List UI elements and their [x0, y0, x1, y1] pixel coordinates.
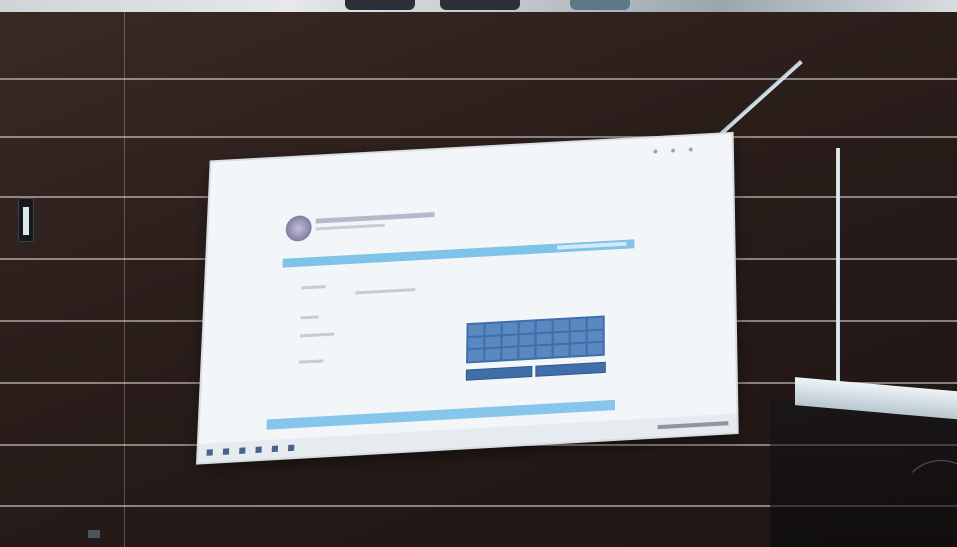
top-dark-blob — [345, 0, 415, 10]
top-dark-blob — [570, 0, 630, 10]
start-icon[interactable] — [206, 449, 213, 456]
form-label — [301, 285, 326, 290]
site-subtitle — [315, 223, 385, 231]
scan-line — [0, 78, 957, 80]
corner-mark — [88, 530, 100, 538]
top-edge-strip — [0, 0, 957, 12]
keypad-left-button[interactable] — [465, 365, 533, 381]
desk-shadow — [770, 400, 957, 547]
emblem-icon — [285, 214, 313, 242]
form-label — [300, 315, 319, 320]
form-label — [299, 332, 335, 338]
cable — [900, 460, 957, 542]
site-title — [315, 212, 435, 224]
taskbar-icon[interactable] — [271, 445, 279, 453]
scan-line — [0, 136, 957, 138]
virtual-keypad[interactable] — [466, 315, 605, 364]
keypad-right-button[interactable] — [535, 361, 606, 377]
projected-screen — [198, 133, 737, 463]
taskbar-icon[interactable] — [255, 446, 262, 454]
browser-controls — [653, 147, 693, 154]
header-band — [282, 239, 635, 268]
taskbar-icon[interactable] — [288, 444, 295, 452]
form-label — [299, 359, 324, 364]
vertical-line — [124, 12, 125, 547]
form-label — [355, 288, 416, 295]
lamp-rod — [836, 148, 840, 388]
top-dark-blob — [440, 0, 520, 10]
band-text — [556, 241, 627, 250]
taskbar-icon[interactable] — [239, 447, 246, 454]
wall-device — [18, 198, 34, 242]
photo-scene — [0, 0, 957, 547]
device-indicator — [23, 207, 29, 235]
taskbar-icon[interactable] — [222, 448, 230, 455]
system-tray — [657, 421, 729, 430]
